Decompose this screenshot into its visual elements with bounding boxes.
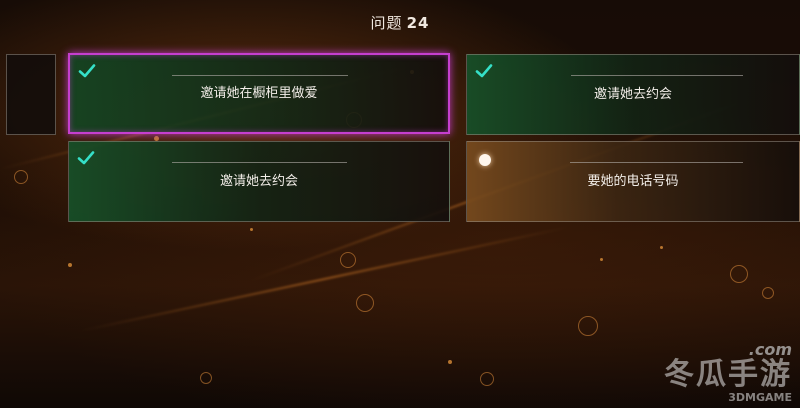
bokeh-particle <box>600 258 603 261</box>
option-card-2[interactable]: 邀请她去约会 <box>466 54 800 135</box>
bokeh-particle <box>340 252 356 268</box>
bokeh-particle <box>68 263 72 267</box>
question-label: 问题 <box>370 14 403 32</box>
bokeh-particle <box>660 246 663 249</box>
bokeh-particle <box>250 228 253 231</box>
check-icon <box>78 64 96 78</box>
question-number: 24 <box>406 14 430 32</box>
bokeh-particle <box>356 294 374 312</box>
option-card-1[interactable]: 邀请她在橱柜里做爱 <box>68 53 450 134</box>
option-label: 邀请她去约会 <box>593 87 672 102</box>
bokeh-particle <box>200 372 212 384</box>
bokeh-particle <box>730 265 748 283</box>
watermark: .com 冬瓜手游 3DMGAME <box>664 340 792 404</box>
option-label: 邀请她去约会 <box>219 174 298 189</box>
option-divider <box>172 162 347 163</box>
question-title: 问题 24 <box>0 12 800 33</box>
bokeh-particle <box>480 372 494 386</box>
option-divider <box>172 75 348 76</box>
option-divider <box>571 75 743 76</box>
bokeh-particle <box>14 170 28 184</box>
watermark-brand: 冬瓜手游 <box>664 357 792 392</box>
bokeh-particle <box>578 316 598 336</box>
watermark-site: 3DMGAME <box>728 391 792 404</box>
option-card-4[interactable]: 要她的电话号码 <box>466 141 800 222</box>
option-card-partial <box>6 54 56 135</box>
dot-icon <box>479 154 491 166</box>
check-icon <box>475 64 493 78</box>
bokeh-particle <box>448 360 452 364</box>
bokeh-particle <box>762 287 774 299</box>
option-label: 邀请她在橱柜里做爱 <box>200 86 318 101</box>
option-card-3[interactable]: 邀请她去约会 <box>68 141 450 222</box>
option-divider <box>570 162 743 163</box>
check-icon <box>77 151 95 165</box>
option-label: 要她的电话号码 <box>587 174 679 189</box>
